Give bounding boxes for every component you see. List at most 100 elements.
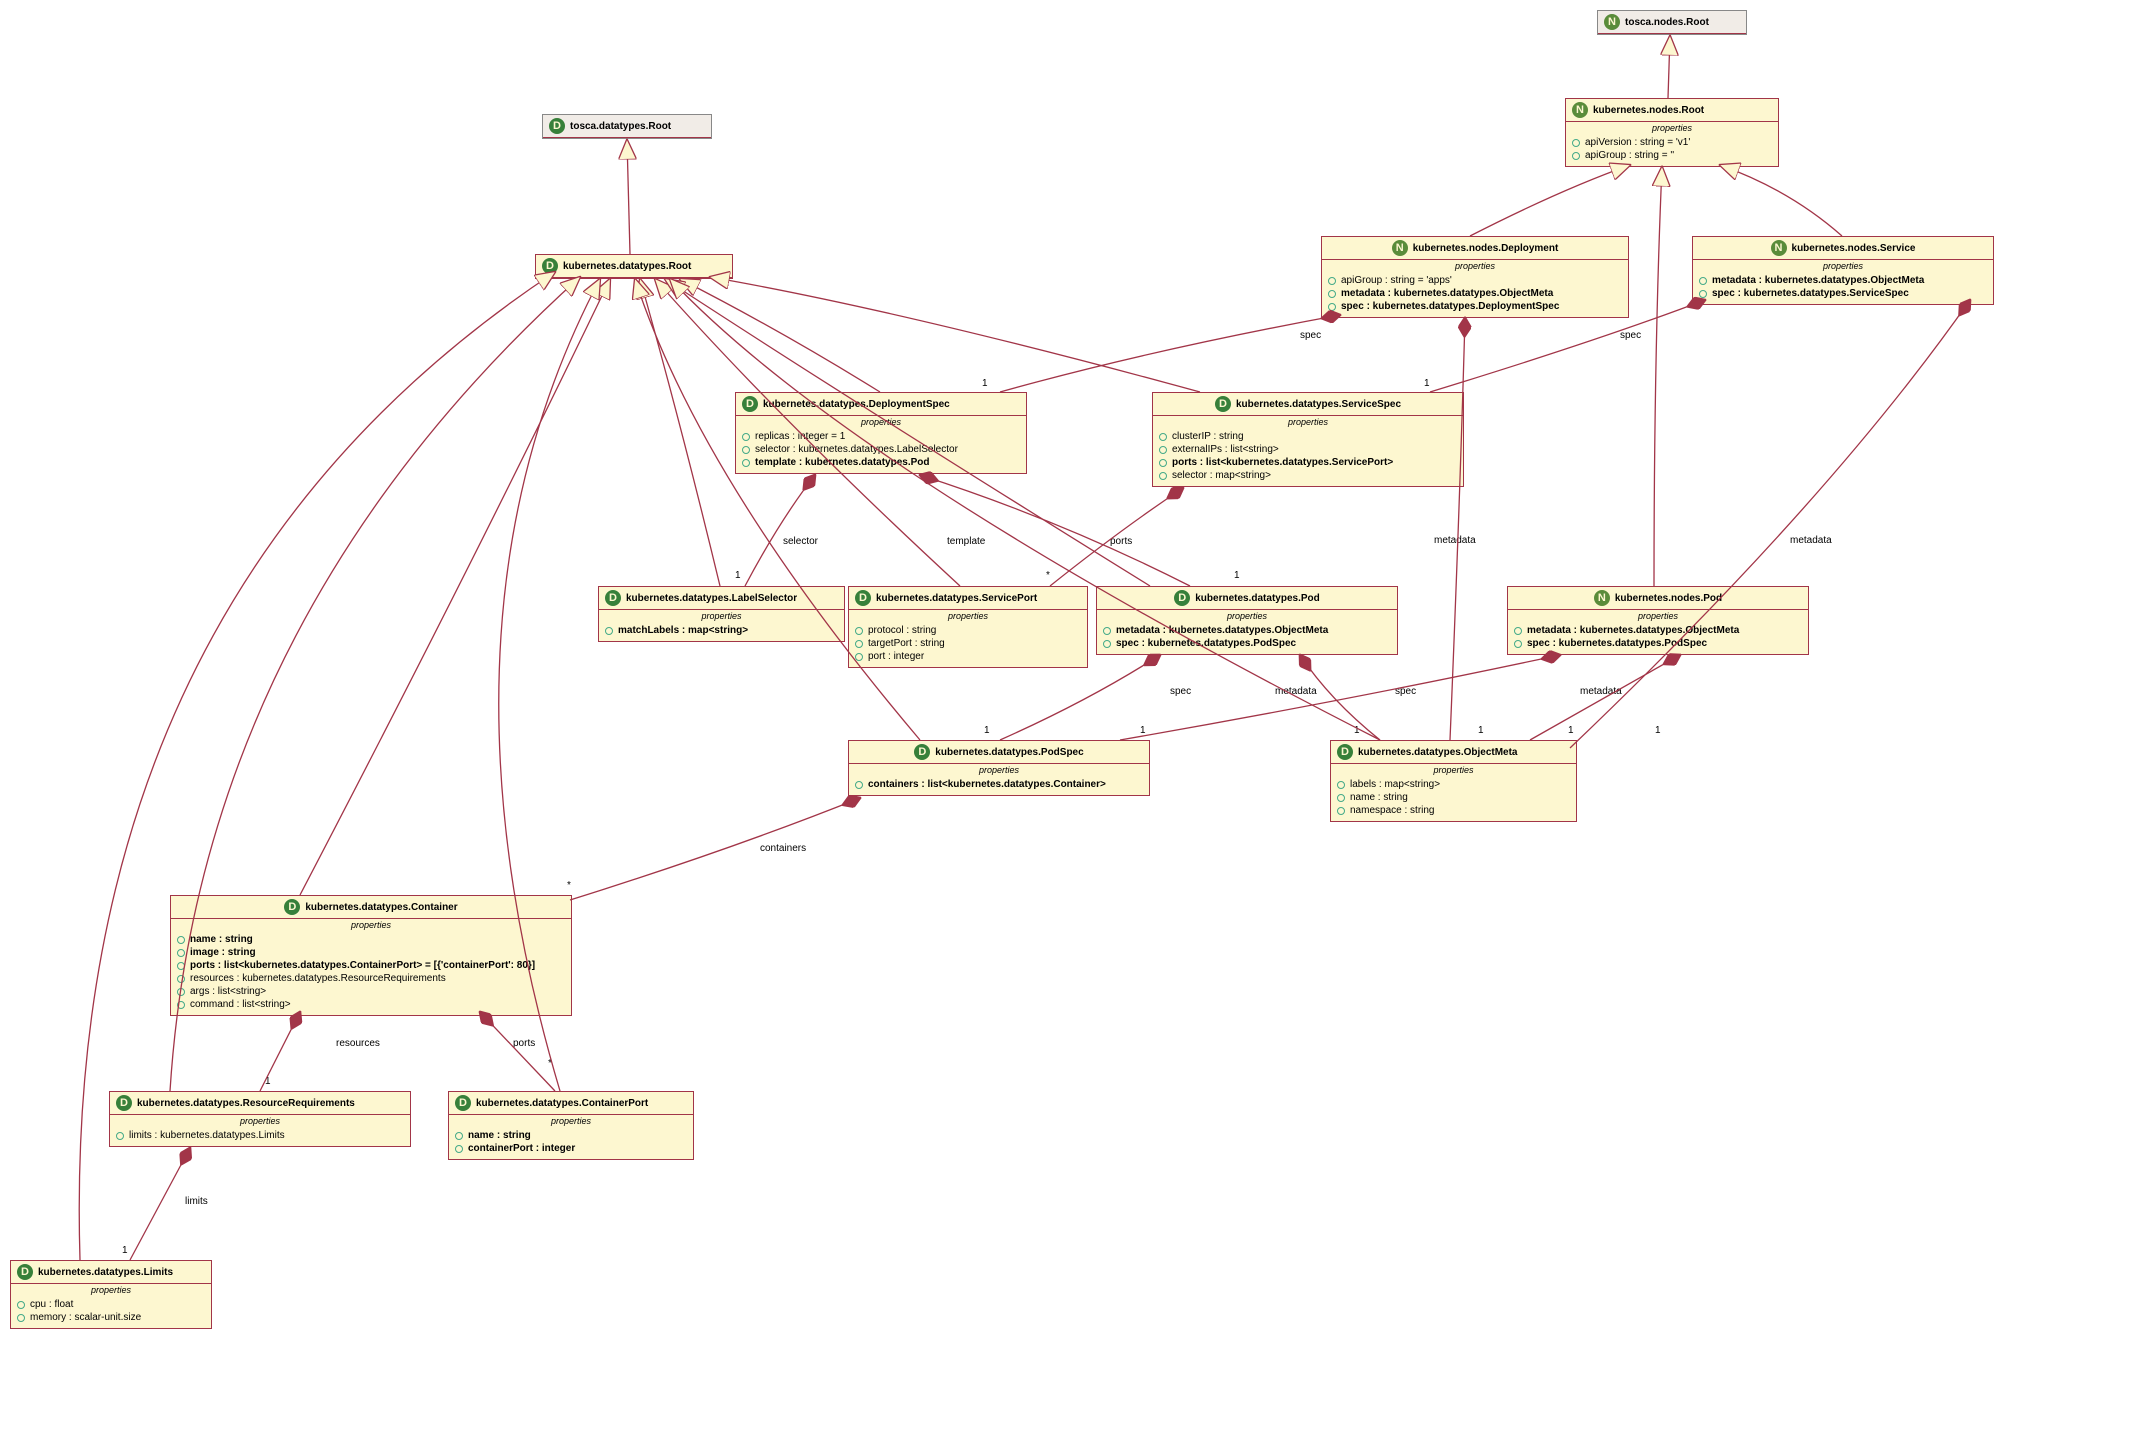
class-title: kubernetes.datatypes.DeploymentSpec bbox=[763, 399, 950, 410]
edge-label: selector bbox=[783, 536, 818, 547]
class-kubernetes-nodes-service: Nkubernetes.nodes.Service properties met… bbox=[1692, 236, 1994, 305]
datatype-icon: D bbox=[17, 1264, 33, 1280]
node-icon: N bbox=[1594, 590, 1610, 606]
class-title: kubernetes.datatypes.ServicePort bbox=[876, 593, 1037, 604]
class-title: kubernetes.nodes.Root bbox=[1593, 105, 1704, 116]
edge-label: limits bbox=[185, 1196, 208, 1207]
section-label: properties bbox=[1693, 260, 1993, 272]
class-pod-spec: Dkubernetes.datatypes.PodSpec properties… bbox=[848, 740, 1150, 796]
node-icon: N bbox=[1604, 14, 1620, 30]
multiplicity: 1 bbox=[982, 378, 988, 389]
datatype-icon: D bbox=[1215, 396, 1231, 412]
section-label: properties bbox=[1566, 122, 1778, 134]
class-title: kubernetes.datatypes.Root bbox=[563, 261, 691, 272]
class-tosca-nodes-root: Ntosca.nodes.Root bbox=[1597, 10, 1747, 35]
multiplicity: 1 bbox=[735, 570, 741, 581]
node-icon: N bbox=[1572, 102, 1588, 118]
multiplicity: 1 bbox=[1234, 570, 1240, 581]
multiplicity: 1 bbox=[122, 1245, 128, 1256]
class-title: kubernetes.datatypes.ObjectMeta bbox=[1358, 747, 1518, 758]
datatype-icon: D bbox=[1337, 744, 1353, 760]
class-service-port: Dkubernetes.datatypes.ServicePort proper… bbox=[848, 586, 1088, 668]
class-title: kubernetes.datatypes.ResourceRequirement… bbox=[137, 1098, 355, 1109]
edge-label: metadata bbox=[1434, 535, 1476, 546]
class-title: kubernetes.nodes.Pod bbox=[1615, 593, 1722, 604]
multiplicity: 1 bbox=[265, 1076, 271, 1087]
class-label-selector: Dkubernetes.datatypes.LabelSelector prop… bbox=[598, 586, 845, 642]
class-title: kubernetes.datatypes.Pod bbox=[1195, 593, 1319, 604]
class-kubernetes-nodes-deployment: Nkubernetes.nodes.Deployment properties … bbox=[1321, 236, 1629, 318]
multiplicity: 1 bbox=[1354, 725, 1360, 736]
edge-label: metadata bbox=[1275, 686, 1317, 697]
props: apiVersion : string = 'v1' apiGroup : st… bbox=[1566, 134, 1778, 166]
class-datatypes-pod: Dkubernetes.datatypes.Pod properties met… bbox=[1096, 586, 1398, 655]
section-label: properties bbox=[1331, 764, 1576, 776]
class-title: kubernetes.datatypes.Limits bbox=[38, 1267, 173, 1278]
multiplicity: 1 bbox=[984, 725, 990, 736]
class-title: kubernetes.datatypes.PodSpec bbox=[935, 747, 1083, 758]
class-title: kubernetes.nodes.Service bbox=[1792, 243, 1916, 254]
section-label: properties bbox=[599, 610, 844, 622]
edge-label: metadata bbox=[1790, 535, 1832, 546]
datatype-icon: D bbox=[914, 744, 930, 760]
class-title: kubernetes.datatypes.Container bbox=[305, 902, 457, 913]
edges-svg bbox=[0, 0, 2147, 1432]
class-title: kubernetes.datatypes.LabelSelector bbox=[626, 593, 797, 604]
datatype-icon: D bbox=[605, 590, 621, 606]
class-limits: Dkubernetes.datatypes.Limits properties … bbox=[10, 1260, 212, 1329]
datatype-icon: D bbox=[455, 1095, 471, 1111]
multiplicity: * bbox=[1046, 570, 1050, 581]
edge-label: template bbox=[947, 536, 985, 547]
section-label: properties bbox=[110, 1115, 410, 1127]
datatype-icon: D bbox=[284, 899, 300, 915]
class-title: kubernetes.datatypes.ContainerPort bbox=[476, 1098, 648, 1109]
edge-label: spec bbox=[1170, 686, 1191, 697]
multiplicity: 1 bbox=[1424, 378, 1430, 389]
edge-label: containers bbox=[760, 843, 806, 854]
multiplicity: * bbox=[567, 880, 571, 891]
section-label: properties bbox=[1322, 260, 1628, 272]
edge-label: spec bbox=[1300, 330, 1321, 341]
multiplicity: 1 bbox=[1568, 725, 1574, 736]
section-label: properties bbox=[736, 416, 1026, 428]
class-title: tosca.nodes.Root bbox=[1625, 17, 1709, 28]
class-container: Dkubernetes.datatypes.Container properti… bbox=[170, 895, 572, 1016]
section-label: properties bbox=[849, 610, 1087, 622]
class-title: kubernetes.datatypes.ServiceSpec bbox=[1236, 399, 1401, 410]
class-title: kubernetes.nodes.Deployment bbox=[1413, 243, 1559, 254]
section-label: properties bbox=[1153, 416, 1463, 428]
class-resource-requirements: Dkubernetes.datatypes.ResourceRequiremen… bbox=[109, 1091, 411, 1147]
class-nodes-pod: Nkubernetes.nodes.Pod properties metadat… bbox=[1507, 586, 1809, 655]
datatype-icon: D bbox=[855, 590, 871, 606]
edge-label: metadata bbox=[1580, 686, 1622, 697]
datatype-icon: D bbox=[549, 118, 565, 134]
class-deployment-spec: Dkubernetes.datatypes.DeploymentSpec pro… bbox=[735, 392, 1027, 474]
class-container-port: Dkubernetes.datatypes.ContainerPort prop… bbox=[448, 1091, 694, 1160]
multiplicity: 1 bbox=[1478, 725, 1484, 736]
multiplicity: * bbox=[548, 1058, 552, 1069]
datatype-icon: D bbox=[1174, 590, 1190, 606]
section-label: properties bbox=[1508, 610, 1808, 622]
node-icon: N bbox=[1771, 240, 1787, 256]
multiplicity: 1 bbox=[1655, 725, 1661, 736]
datatype-icon: D bbox=[742, 396, 758, 412]
class-title: tosca.datatypes.Root bbox=[570, 121, 671, 132]
section-label: properties bbox=[1097, 610, 1397, 622]
section-label: properties bbox=[171, 919, 571, 931]
edge-label: resources bbox=[336, 1038, 380, 1049]
edge-label: spec bbox=[1395, 686, 1416, 697]
datatype-icon: D bbox=[542, 258, 558, 274]
multiplicity: 1 bbox=[1140, 725, 1146, 736]
node-icon: N bbox=[1392, 240, 1408, 256]
class-kubernetes-datatypes-root: Dkubernetes.datatypes.Root bbox=[535, 254, 733, 279]
section-label: properties bbox=[449, 1115, 693, 1127]
edge-label: spec bbox=[1620, 330, 1641, 341]
class-kubernetes-nodes-root: Nkubernetes.nodes.Root properties apiVer… bbox=[1565, 98, 1779, 167]
class-service-spec: Dkubernetes.datatypes.ServiceSpec proper… bbox=[1152, 392, 1464, 487]
edge-label: ports bbox=[513, 1038, 535, 1049]
class-object-meta: Dkubernetes.datatypes.ObjectMeta propert… bbox=[1330, 740, 1577, 822]
edge-label: ports bbox=[1110, 536, 1132, 547]
datatype-icon: D bbox=[116, 1095, 132, 1111]
class-tosca-datatypes-root: Dtosca.datatypes.Root bbox=[542, 114, 712, 139]
section-label: properties bbox=[849, 764, 1149, 776]
